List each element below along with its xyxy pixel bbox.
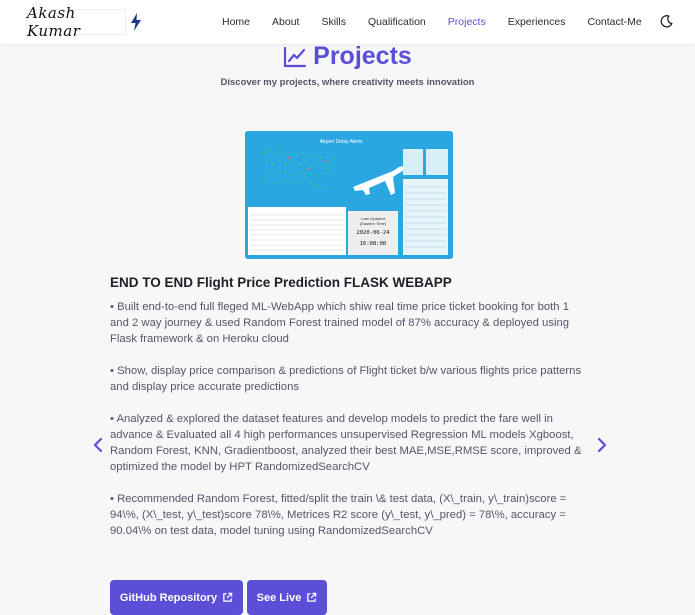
nav-menu: Home About Skills Qualification Projects… — [222, 0, 664, 44]
github-button-label: GitHub Repository — [119, 591, 218, 604]
moon-icon[interactable] — [660, 15, 673, 28]
project-description-1: • Built end-to-end full fleged ML-WebApp… — [110, 299, 590, 347]
nav-item-home[interactable]: Home — [222, 16, 250, 28]
description-paragraph: • Show, display price comparison & predi… — [110, 365, 582, 393]
description-paragraph: • Analyzed & explored the dataset featur… — [110, 413, 582, 473]
nav-item-projects[interactable]: Projects — [448, 16, 486, 28]
page-title: Projects — [313, 42, 412, 70]
nav-item-skills[interactable]: Skills — [321, 16, 346, 28]
project-title: END TO END Flight Price Prediction FLASK… — [110, 275, 452, 290]
section-heading: Projects — [0, 42, 695, 71]
nav-item-contact[interactable]: Contact-Me — [587, 16, 641, 28]
see-live-button[interactable]: See Live — [247, 580, 327, 615]
logo[interactable]: Akash Kumar — [26, 4, 146, 40]
image-title: Airport Delay Alerts — [320, 139, 363, 145]
image-panel-date: 2020-06-24 — [356, 230, 390, 236]
chevron-right-icon[interactable] — [595, 436, 609, 454]
github-repository-button[interactable]: GitHub Repository — [110, 580, 243, 615]
chevron-left-icon[interactable] — [91, 436, 105, 454]
external-link-icon — [223, 592, 233, 602]
logo-text: Akash Kumar — [27, 4, 81, 40]
nav-item-qualification[interactable]: Qualification — [368, 16, 426, 28]
top-navbar: Akash Kumar Home About Skills Qualificat… — [0, 0, 695, 44]
description-paragraph: • Built end-to-end full fleged ML-WebApp… — [110, 301, 570, 345]
project-description-2: • Show, display price comparison & predi… — [110, 363, 590, 395]
logo-signature: Akash Kumar — [26, 4, 126, 40]
nav-item-experiences[interactable]: Experiences — [508, 16, 566, 28]
lightning-icon — [131, 13, 141, 31]
project-description-4: • Recommended Random Forest, fitted/spli… — [110, 491, 590, 539]
description-paragraph: • Recommended Random Forest, fitted/spli… — [110, 493, 567, 537]
image-panel-line2: (Eastern Time) — [360, 221, 387, 226]
section-subtitle: Discover my projects, where creativity m… — [220, 77, 475, 88]
dashboard-screenshot: Airport Delay Alerts Last Updated (Easte… — [245, 131, 453, 259]
project-description-3: • Analyzed & explored the dataset featur… — [110, 411, 590, 475]
nav-item-about[interactable]: About — [272, 16, 299, 28]
line-chart-icon — [284, 46, 307, 67]
image-panel-time: 16:08:00 — [360, 241, 387, 247]
project-image: Airport Delay Alerts Last Updated (Easte… — [245, 131, 453, 259]
external-link-icon — [307, 592, 317, 602]
see-live-button-label: See Live — [256, 591, 302, 604]
